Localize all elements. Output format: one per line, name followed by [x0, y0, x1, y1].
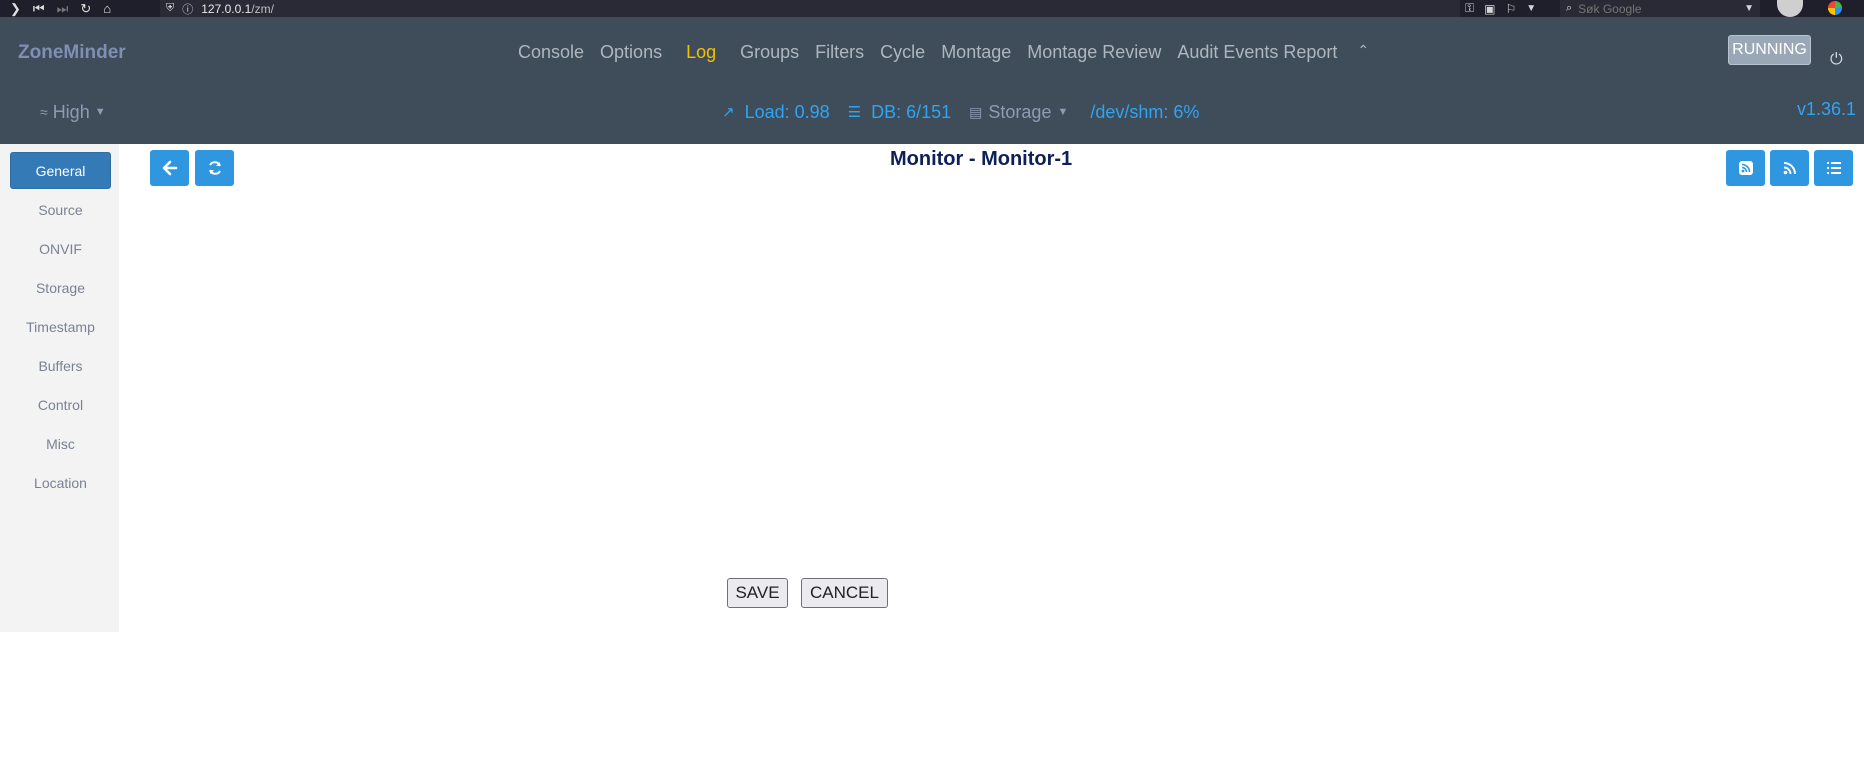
url-bar[interactable]: ⛨ ⓘ 127.0.0.1/zm/ — [160, 0, 1460, 17]
system-stats: ↗ Load: 0.98 ☰ DB: 6/151 ▤ Storage ▼ /de… — [722, 97, 1199, 127]
list-icon — [1826, 162, 1841, 174]
rss-square-button[interactable] — [1726, 150, 1765, 186]
browser-right-icons: ⚿ ▣ ⚐ ▼ — [1465, 0, 1536, 17]
brand-logo[interactable]: ZoneMinder — [18, 42, 126, 64]
info-icon[interactable]: ⓘ — [182, 1, 193, 17]
shield-icon: ⛨ — [166, 2, 175, 14]
rss-square-icon — [1738, 161, 1753, 175]
key-icon[interactable]: ⚿ — [1465, 1, 1474, 16]
refresh-button[interactable] — [195, 150, 234, 186]
bandwidth-label: High — [52, 101, 90, 122]
search-box[interactable]: ⌕ ▼ — [1560, 0, 1760, 17]
qr-icon[interactable]: ▣ — [1484, 2, 1495, 16]
search-input[interactable] — [1578, 1, 1739, 16]
nav-cycle[interactable]: Cycle — [872, 42, 933, 63]
storage-dropdown[interactable]: ▤ Storage ▼ — [969, 102, 1068, 123]
nav-console[interactable]: Console — [510, 42, 592, 63]
zm-header: ZoneMinder Console Options Log Groups Fi… — [0, 17, 1864, 144]
db-stat: ☰ DB: 6/151 — [848, 102, 952, 123]
status-badge[interactable]: RUNNING — [1728, 35, 1811, 65]
nav-groups[interactable]: Groups — [732, 42, 807, 63]
rss-button[interactable] — [1770, 150, 1809, 186]
wifi-icon: ≈ — [40, 104, 48, 120]
url-path: /zm/ — [251, 1, 274, 16]
browser-toolbar: ❯ ⏮ ⏭ ↻ ⌂ ⛨ ⓘ 127.0.0.1/zm/ ⚿ ▣ ⚐ ▼ ⌕ ▼ — [0, 0, 1864, 17]
skip-back-icon[interactable]: ⏮ — [33, 0, 45, 17]
cancel-button[interactable]: CANCEL — [801, 578, 888, 608]
skip-forward-icon[interactable]: ⏭ — [57, 0, 69, 17]
home-icon[interactable]: ⌂ — [103, 0, 111, 17]
reload-icon[interactable]: ↻ — [80, 0, 91, 17]
dropdown-icon[interactable]: ▼ — [1526, 3, 1536, 14]
sidebar-item-storage[interactable]: Storage — [10, 269, 111, 306]
page-title: Monitor - Monitor-1 — [890, 148, 1073, 170]
search-dropdown-icon[interactable]: ▼ — [1744, 3, 1754, 14]
refresh-icon — [208, 161, 221, 175]
caret-down-icon: ▼ — [94, 106, 106, 118]
db-value: DB: 6/151 — [871, 101, 952, 122]
extension-icon[interactable] — [1828, 1, 1842, 15]
browser-nav-icons: ❯ ⏮ ⏭ ↻ ⌂ — [10, 0, 111, 17]
chevron-right-icon[interactable]: ❯ — [10, 0, 21, 17]
shm-stat: /dev/shm: 6% — [1090, 101, 1200, 122]
sidebar-item-source[interactable]: Source — [10, 191, 111, 228]
search-icon: ⌕ — [1566, 2, 1573, 14]
avatar[interactable] — [1777, 0, 1803, 17]
main-nav: Console Options Log Groups Filters Cycle… — [510, 42, 1369, 63]
sidebar-item-location[interactable]: Location — [10, 464, 111, 501]
trend-icon: ↗ — [722, 104, 735, 121]
list-button[interactable] — [1814, 150, 1853, 186]
sidebar-item-control[interactable]: Control — [10, 386, 111, 423]
version-label[interactable]: v1.36.1 — [1797, 99, 1856, 120]
power-icon[interactable]: ⏻ — [1830, 51, 1843, 69]
load-value: Load: 0.98 — [744, 101, 830, 122]
back-button[interactable] — [150, 150, 189, 186]
storage-label: Storage — [988, 101, 1052, 122]
url-host: 127.0.0.1 — [201, 1, 252, 16]
settings-sidebar: General Source ONVIF Storage Timestamp B… — [0, 144, 119, 632]
nav-montage[interactable]: Montage — [933, 42, 1019, 63]
sidebar-item-misc[interactable]: Misc — [10, 425, 111, 462]
sidebar-item-onvif[interactable]: ONVIF — [10, 230, 111, 267]
sidebar-item-general[interactable]: General — [10, 152, 111, 189]
arrow-left-icon — [162, 160, 177, 176]
sidebar-item-timestamp[interactable]: Timestamp — [10, 308, 111, 345]
list-icon: ☰ — [847, 104, 862, 121]
nav-audit-events-report[interactable]: Audit Events Report — [1169, 42, 1345, 63]
nav-options[interactable]: Options — [592, 42, 670, 63]
rss-icon — [1783, 162, 1796, 175]
bookmark-icon[interactable]: ⚐ — [1505, 2, 1516, 16]
load-stat: ↗ Load: 0.98 — [722, 102, 830, 123]
caret-down-icon: ▼ — [1057, 106, 1069, 118]
chevron-up-icon[interactable]: ⌃ — [1345, 42, 1369, 63]
nav-montage-review[interactable]: Montage Review — [1019, 42, 1169, 63]
nav-log[interactable]: Log — [670, 42, 732, 63]
folder-icon: ▤ — [969, 103, 983, 120]
save-button[interactable]: SAVE — [727, 578, 788, 608]
nav-filters[interactable]: Filters — [807, 42, 872, 63]
sidebar-item-buffers[interactable]: Buffers — [10, 347, 111, 384]
url-text: 127.0.0.1/zm/ — [201, 2, 274, 16]
bandwidth-dropdown[interactable]: ≈ High ▼ — [40, 97, 106, 127]
